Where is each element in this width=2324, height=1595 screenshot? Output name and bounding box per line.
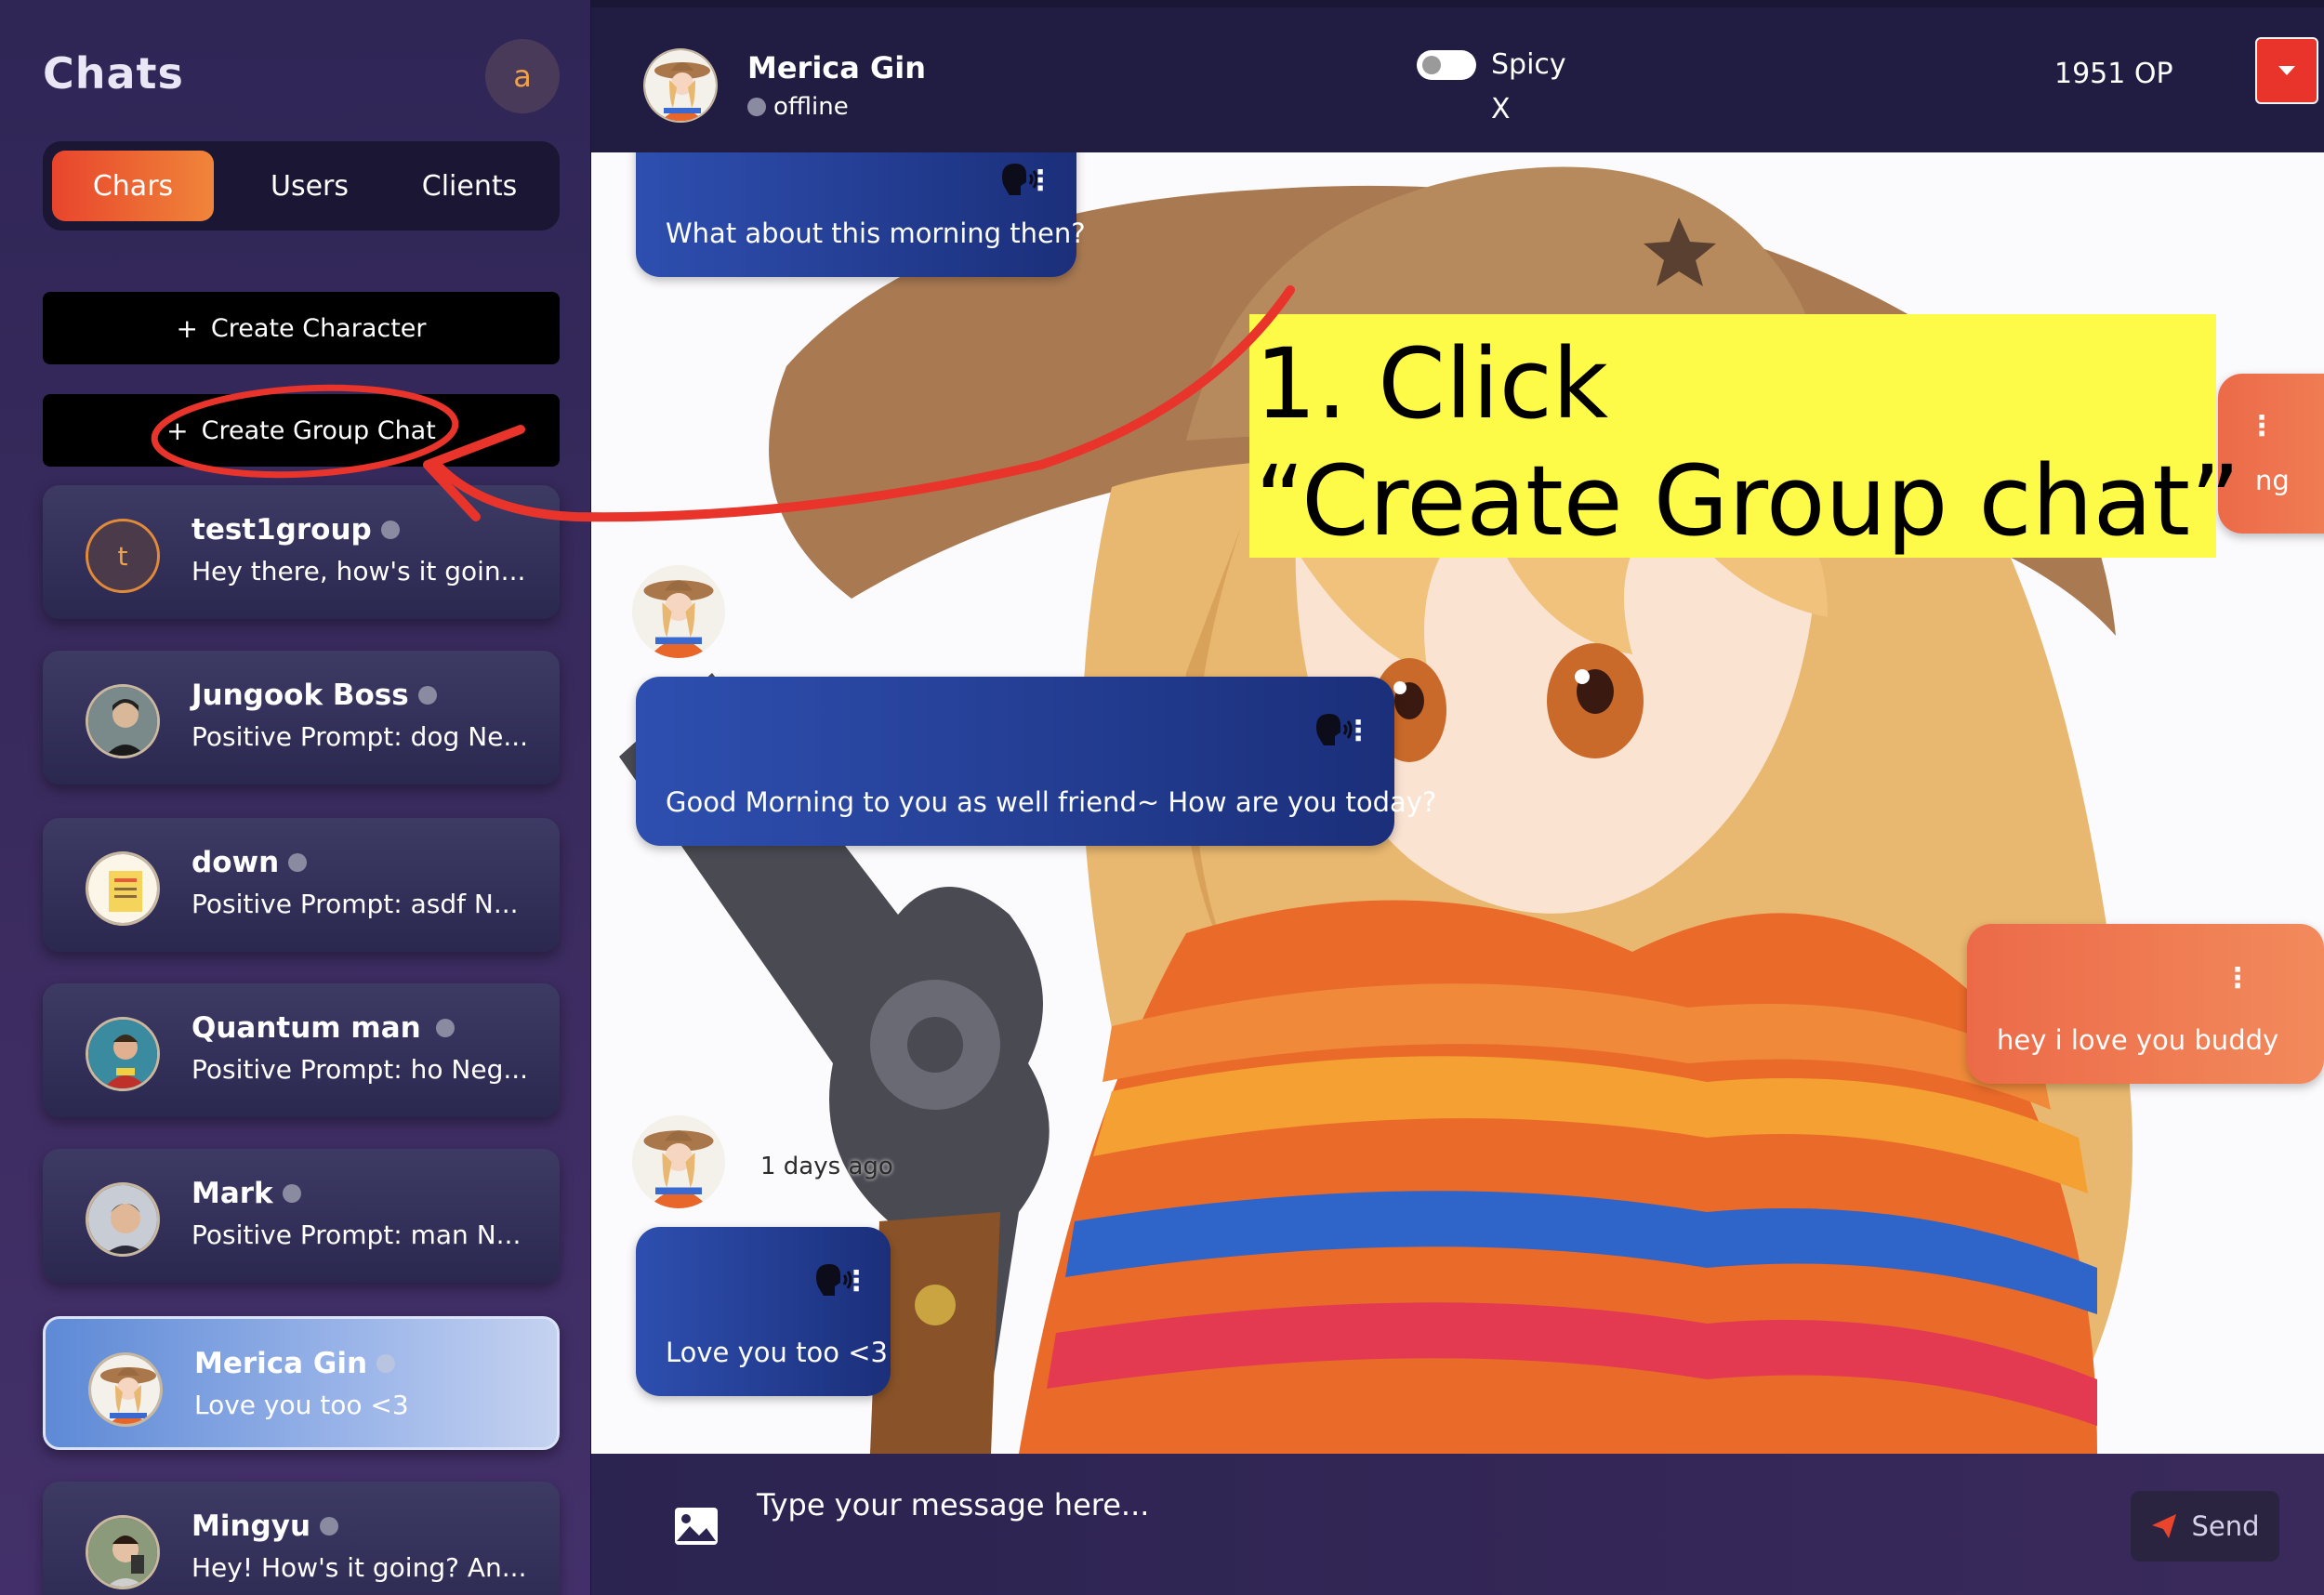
- status-dot: [288, 853, 308, 872]
- tab-chars[interactable]: Chars: [52, 151, 214, 221]
- character-avatar[interactable]: [643, 48, 718, 123]
- chat-name: Mingyu: [191, 1509, 311, 1543]
- avatar: [88, 1352, 163, 1427]
- create-group-chat-button[interactable]: + Create Group Chat: [43, 394, 560, 467]
- status-dot: [380, 521, 400, 539]
- create-group-chat-label: Create Group Chat: [201, 415, 436, 445]
- status-dot: [417, 686, 437, 705]
- chat-list-item[interactable]: Jungook Boss Positive Prompt: dog Ne...: [43, 651, 560, 784]
- chat-name: test1group: [191, 513, 372, 547]
- message-bubble-user: ⋮ hey i love you buddy: [1967, 924, 2324, 1084]
- message-input[interactable]: [746, 1472, 2123, 1593]
- more-options-icon[interactable]: ⋮: [2248, 413, 2276, 441]
- chat-name: Merica Gin: [194, 1347, 368, 1380]
- plus-icon: +: [166, 415, 189, 446]
- annotation-step: 1. Click: [1255, 327, 1609, 441]
- message-bubble-bot: ⋮ Love you too <3: [636, 1227, 891, 1396]
- message-text: What about this morning then?: [666, 218, 1086, 249]
- menu-dropdown-button[interactable]: [2255, 37, 2318, 104]
- send-button[interactable]: Send: [2131, 1491, 2279, 1562]
- spicy-x: X: [1491, 93, 1511, 125]
- user-avatar[interactable]: a: [485, 39, 560, 113]
- chat-preview: Hey there, how's it goin...: [191, 556, 526, 587]
- send-icon: [2152, 1514, 2177, 1538]
- message-bubble-bot: ⋮ What about this morning then?: [636, 152, 1086, 277]
- tutorial-annotation: 1. Click “Create Group chat”: [1249, 314, 2240, 558]
- sidebar: Chats a Chars Users Clients + Create Cha…: [0, 0, 591, 1595]
- status-dot: [320, 1517, 339, 1536]
- tab-clients[interactable]: Clients: [400, 151, 539, 221]
- caret-down-icon: [2278, 66, 2295, 75]
- message-avatar: [632, 1115, 725, 1208]
- send-label: Send: [2191, 1510, 2260, 1542]
- avatar: [86, 1182, 160, 1257]
- character-name: Merica Gin: [747, 50, 927, 86]
- more-options-icon[interactable]: ⋮: [842, 1268, 870, 1296]
- annotation-instruction: “Create Group chat”: [1255, 444, 2240, 558]
- more-options-icon[interactable]: ⋮: [2224, 965, 2251, 993]
- chat-preview: Positive Prompt: dog Ne...: [191, 721, 529, 752]
- spicy-label: Spicy: [1491, 48, 1566, 81]
- chat-list-item[interactable]: Quantum man Positive Prompt: ho Neg...: [43, 983, 560, 1117]
- message-text: Love you too <3: [666, 1337, 888, 1368]
- more-options-icon[interactable]: ⋮: [1344, 718, 1372, 745]
- avatar: [86, 851, 160, 926]
- avatar: t: [86, 519, 160, 593]
- image-upload-icon[interactable]: [673, 1506, 720, 1547]
- create-character-button[interactable]: + Create Character: [43, 292, 560, 364]
- tab-bar: Chars Users Clients: [43, 141, 560, 231]
- create-character-label: Create Character: [210, 313, 427, 343]
- message-text: hey i love you buddy: [1997, 1024, 2279, 1056]
- chat-name: Jungook Boss: [191, 679, 409, 712]
- avatar: [86, 684, 160, 758]
- status-text: offline: [773, 93, 849, 121]
- message-text: Good Morning to you as well friend~ How …: [666, 786, 1437, 818]
- spicy-toggle[interactable]: [1417, 50, 1476, 80]
- chat-name: Mark: [191, 1177, 273, 1210]
- message-timestamp: 1 days ago: [760, 1153, 893, 1180]
- chat-preview: Positive Prompt: man N...: [191, 1219, 522, 1250]
- chat-preview: Love you too <3: [194, 1390, 409, 1420]
- plus-icon: +: [176, 312, 198, 344]
- chat-preview: Positive Prompt: ho Neg...: [191, 1054, 529, 1085]
- chat-list-item[interactable]: t test1group Hey there, how's it goin...: [43, 485, 560, 619]
- character-status: offline: [747, 93, 849, 121]
- avatar: [86, 1515, 160, 1589]
- chat-name: down: [191, 846, 280, 879]
- sidebar-title: Chats: [43, 48, 184, 99]
- message-avatar: [632, 565, 725, 658]
- chat-preview: Positive Prompt: asdf N...: [191, 889, 519, 919]
- op-balance: 1951 OP: [2054, 58, 2173, 90]
- status-dot: [747, 98, 766, 116]
- chat-header: Merica Gin offline Spicy X 1951 OP: [591, 0, 2324, 152]
- tab-users[interactable]: Users: [242, 151, 377, 221]
- message-bubble-bot: ⋮ Good Morning to you as well friend~ Ho…: [636, 677, 1436, 846]
- chat-name: Quantum man: [191, 1011, 421, 1045]
- chat-list-item-active[interactable]: Merica Gin Love you too <3: [43, 1316, 560, 1450]
- chat-preview: Hey! How's it going? An...: [191, 1552, 527, 1583]
- chat-list-item[interactable]: Mark Positive Prompt: man N...: [43, 1149, 560, 1283]
- message-composer: Send: [591, 1454, 2324, 1595]
- status-dot: [282, 1184, 301, 1203]
- message-text: ng: [2255, 465, 2290, 496]
- avatar: [86, 1017, 160, 1091]
- chat-list-item[interactable]: down Positive Prompt: asdf N...: [43, 818, 560, 952]
- more-options-icon[interactable]: ⋮: [1026, 167, 1054, 195]
- chat-list-item[interactable]: Mingyu Hey! How's it going? An...: [43, 1482, 560, 1595]
- status-dot: [376, 1354, 396, 1373]
- status-dot: [435, 1019, 455, 1037]
